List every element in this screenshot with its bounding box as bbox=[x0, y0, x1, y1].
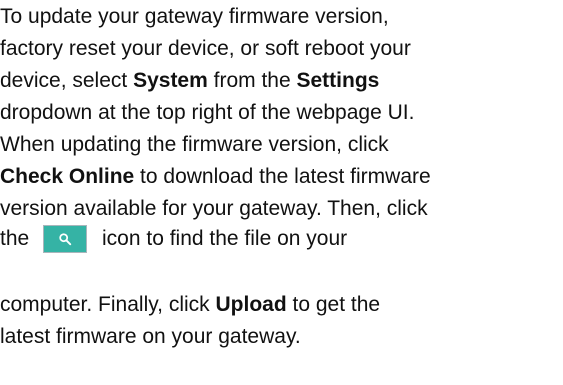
line-6-text-b: to download the latest firmware bbox=[134, 165, 431, 188]
paragraph-line-4: dropdown at the top right of the webpage… bbox=[0, 101, 415, 124]
search-icon bbox=[59, 233, 72, 246]
paragraph-line-6: Check Online to download the latest firm… bbox=[0, 163, 431, 191]
paragraph-line-8-end: icon to find the file on your bbox=[102, 227, 348, 250]
paragraph-line-1: To update your gateway firmware version, bbox=[0, 5, 389, 28]
paragraph-line-7: version available for your gateway. Then… bbox=[0, 197, 428, 220]
line-9-text-a: computer. Finally, click bbox=[0, 293, 216, 316]
line-3-text-c: from the bbox=[207, 69, 297, 92]
system-term: System bbox=[133, 69, 208, 92]
line-3-text-a: device, select bbox=[0, 69, 134, 92]
paragraph-line-2: factory reset your device, or soft reboo… bbox=[0, 37, 411, 60]
check-online-term: Check Online bbox=[0, 165, 135, 188]
paragraph-line-5: When updating the firmware version, clic… bbox=[0, 133, 389, 156]
paragraph-line-3: device, select System from the Settings bbox=[0, 67, 379, 95]
paragraph-line-9: computer. Finally, click Upload to get t… bbox=[0, 291, 380, 319]
line-9-text-c: to get the bbox=[286, 293, 381, 316]
search-icon-button bbox=[43, 225, 87, 253]
settings-term: Settings bbox=[296, 69, 380, 92]
paragraph-line-8-start: the bbox=[0, 227, 30, 250]
paragraph-line-10: latest firmware on your gateway. bbox=[0, 325, 301, 348]
upload-term: Upload bbox=[215, 293, 287, 316]
